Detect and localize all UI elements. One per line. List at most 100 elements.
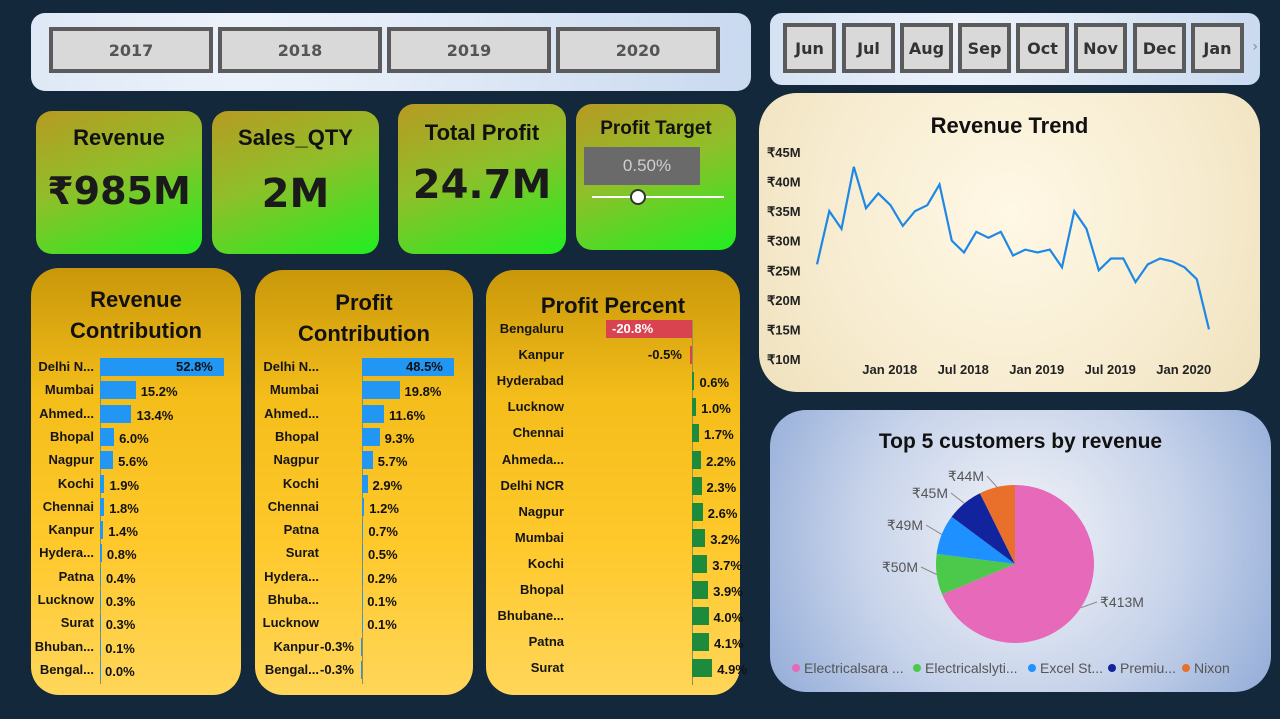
year-button-2019[interactable]: 2019 [387,27,551,73]
year-button-2017[interactable]: 2017 [49,27,213,73]
profit-target-input[interactable]: 0.50% [584,147,700,185]
bar-mark[interactable] [100,381,136,400]
legend-item[interactable]: Nixon [1182,660,1230,676]
revenue-point[interactable] [852,165,856,169]
revenue-point[interactable] [1121,256,1125,260]
bar-mark[interactable] [100,591,101,609]
bar-mark[interactable] [692,476,702,495]
revenue-point[interactable] [938,183,942,187]
bar-mark[interactable] [362,474,368,493]
month-button-nov[interactable]: Nov [1074,23,1127,73]
profit-target-slider[interactable] [592,196,724,198]
slider-thumb[interactable] [630,189,647,205]
bar-mark[interactable] [362,404,384,423]
bar-mark[interactable] [692,607,709,626]
revenue-point[interactable] [1036,251,1040,255]
bar-mark[interactable] [692,450,702,469]
revenue-point[interactable] [1023,248,1027,252]
month-button-aug[interactable]: Aug [900,23,953,73]
bar-mark[interactable] [100,427,115,446]
revenue-point[interactable] [1195,277,1199,281]
bar-mark[interactable] [100,404,132,423]
revenue-point[interactable] [1011,254,1015,258]
revenue-point[interactable] [999,230,1003,234]
revenue-point[interactable] [1097,268,1101,272]
revenue-point[interactable] [1158,256,1162,260]
year-button-2020[interactable]: 2020 [556,27,720,73]
legend-item[interactable]: Electricalsara ... [792,660,904,676]
bar-mark[interactable] [100,637,101,656]
month-button-jan[interactable]: Jan [1191,23,1244,73]
bar-mark[interactable] [692,528,706,547]
revenue-point[interactable] [901,224,905,228]
bar-mark[interactable] [361,660,363,679]
revenue-point[interactable] [925,203,929,207]
revenue-point[interactable] [1085,227,1089,231]
bar-mark[interactable] [362,521,364,540]
bar-mark[interactable] [362,451,373,470]
month-button-jun[interactable]: Jun [783,23,836,73]
revenue-point[interactable] [950,239,954,243]
revenue-point[interactable] [815,262,819,266]
revenue-point[interactable] [827,209,831,213]
bar-mark[interactable] [692,502,703,521]
bar-mark[interactable] [692,581,709,599]
revenue-series-line[interactable] [815,166,1211,330]
month-button-dec[interactable]: Dec [1133,23,1186,73]
revenue-point[interactable] [987,236,991,240]
revenue-point[interactable] [864,206,868,210]
bar-mark[interactable] [100,567,101,586]
card-title-line: Contribution [298,321,430,346]
bar-mark[interactable] [362,497,365,516]
revenue-point[interactable] [974,230,978,234]
legend-item[interactable]: Excel St... [1028,660,1103,676]
y-tick-label: ₹45M [767,145,801,160]
month-button-oct[interactable]: Oct [1016,23,1069,73]
revenue-point[interactable] [1183,265,1187,269]
legend-item[interactable]: Premiu... [1108,660,1176,676]
bar-mark[interactable] [100,544,102,563]
bar-mark[interactable] [692,554,708,573]
bar-mark[interactable] [692,398,697,417]
bar-value-label: 19.8% [404,384,442,400]
revenue-point[interactable] [889,203,893,207]
revenue-point[interactable] [1146,262,1150,266]
revenue-point[interactable] [1109,256,1113,260]
legend-item[interactable]: Electricalslyti... [913,660,1018,676]
bar-mark[interactable] [362,591,363,609]
revenue-point[interactable] [1134,280,1138,284]
revenue-point[interactable] [840,227,844,231]
bar-mark[interactable] [692,372,695,391]
bar-value-label: 1.0% [701,401,731,417]
bar-mark[interactable] [100,497,105,516]
revenue-point[interactable] [876,191,880,195]
bar-mark[interactable] [362,567,363,586]
month-button-sep[interactable]: Sep [958,23,1011,73]
bar-mark[interactable] [362,427,380,446]
bar-label: Ahmed... [264,405,319,421]
bar-mark[interactable] [100,521,104,540]
month-button-jul[interactable]: Jul [842,23,895,73]
year-button-2018[interactable]: 2018 [218,27,382,73]
bar-mark[interactable] [100,614,101,633]
revenue-point[interactable] [1170,259,1174,263]
bar-mark[interactable] [100,660,101,679]
bar-mark[interactable] [362,614,363,633]
bar-mark[interactable] [100,474,105,493]
bar-mark[interactable] [692,659,713,678]
bar-mark[interactable] [361,637,363,656]
revenue-point[interactable] [1048,248,1052,252]
bar-mark[interactable] [689,346,692,365]
revenue-point[interactable] [1072,209,1076,213]
bar-mark[interactable] [362,381,400,400]
bar-mark[interactable] [362,544,363,563]
bar-mark[interactable] [692,424,700,443]
revenue-point[interactable] [962,251,966,255]
revenue-point[interactable] [913,209,917,213]
bar-mark[interactable] [692,633,709,652]
revenue-point[interactable] [1060,265,1064,269]
bar-mark[interactable] [100,451,114,470]
revenue-point[interactable] [1207,327,1211,331]
chevron-right-icon[interactable]: › [1252,39,1258,55]
legend-dot-icon [1182,664,1190,672]
